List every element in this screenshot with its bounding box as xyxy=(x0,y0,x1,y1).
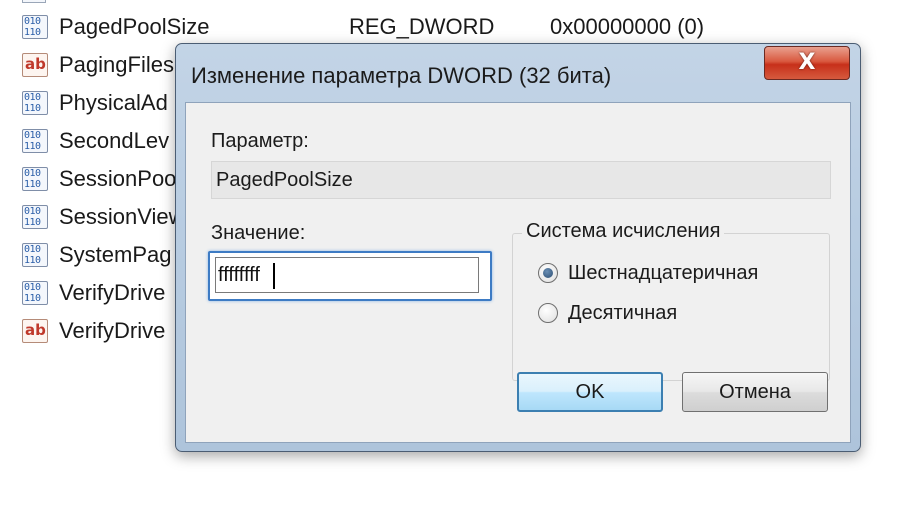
registry-value-name: SessionPoo xyxy=(59,166,177,191)
radio-hexadecimal[interactable]: Шестнадцатеричная xyxy=(538,259,758,287)
value-data-input[interactable] xyxy=(215,257,479,293)
registry-value-name: SecondLev xyxy=(59,128,170,153)
registry-row-pagedpoolsize[interactable]: PagedPoolSize REG_DWORD 0x00000000 (0) xyxy=(22,9,912,45)
binary-value-icon xyxy=(22,205,48,229)
param-name-value: PagedPoolSize xyxy=(216,169,353,191)
param-name-label: Параметр: xyxy=(211,130,309,152)
registry-value-name: VerifyDrive xyxy=(59,280,166,305)
binary-value-icon xyxy=(22,281,48,305)
close-icon: X xyxy=(798,50,816,75)
edit-dword-dialog: Изменение параметра DWORD (32 бита) X Па… xyxy=(175,43,861,452)
registry-row-partial xyxy=(22,0,46,3)
registry-value-name: SystemPag xyxy=(59,242,172,267)
registry-value-type: REG_DWORD xyxy=(349,14,495,39)
value-label: Значение: xyxy=(211,222,306,244)
binary-value-icon xyxy=(22,91,48,115)
binary-value-icon xyxy=(22,167,48,191)
radio-hexadecimal-label: Шестнадцатеричная xyxy=(568,262,759,284)
dialog-title: Изменение параметра DWORD (32 бита) xyxy=(191,63,612,88)
binary-value-icon xyxy=(22,129,48,153)
ok-button[interactable]: OK xyxy=(517,372,663,412)
base-group-label: Система исчисления xyxy=(522,219,725,243)
registry-value-name: PagedPoolSize xyxy=(59,14,210,39)
close-button[interactable]: X xyxy=(764,46,850,80)
string-value-icon xyxy=(22,53,48,77)
registry-value-name: SessionView xyxy=(59,204,185,229)
registry-value-data: 0x00000000 (0) xyxy=(550,14,705,39)
registry-value-name: PhysicalAd xyxy=(59,90,168,115)
value-field-focus-ring xyxy=(208,251,492,301)
binary-value-icon xyxy=(22,15,48,39)
dialog-client-area: Параметр: PagedPoolSize Значение: Систем… xyxy=(185,102,851,443)
text-caret xyxy=(273,263,275,289)
radio-decimal-label: Десятичная xyxy=(568,302,678,324)
string-value-icon xyxy=(22,319,48,343)
registry-value-name: PagingFiles xyxy=(59,52,174,77)
cancel-button[interactable]: Отмена xyxy=(682,372,828,412)
binary-value-icon xyxy=(22,243,48,267)
registry-value-name: VerifyDrive xyxy=(59,318,166,343)
radio-decimal[interactable]: Десятичная xyxy=(538,299,677,327)
param-name-field: PagedPoolSize xyxy=(211,161,831,199)
radio-unchecked-icon[interactable] xyxy=(538,303,558,323)
radio-checked-icon[interactable] xyxy=(538,263,558,283)
